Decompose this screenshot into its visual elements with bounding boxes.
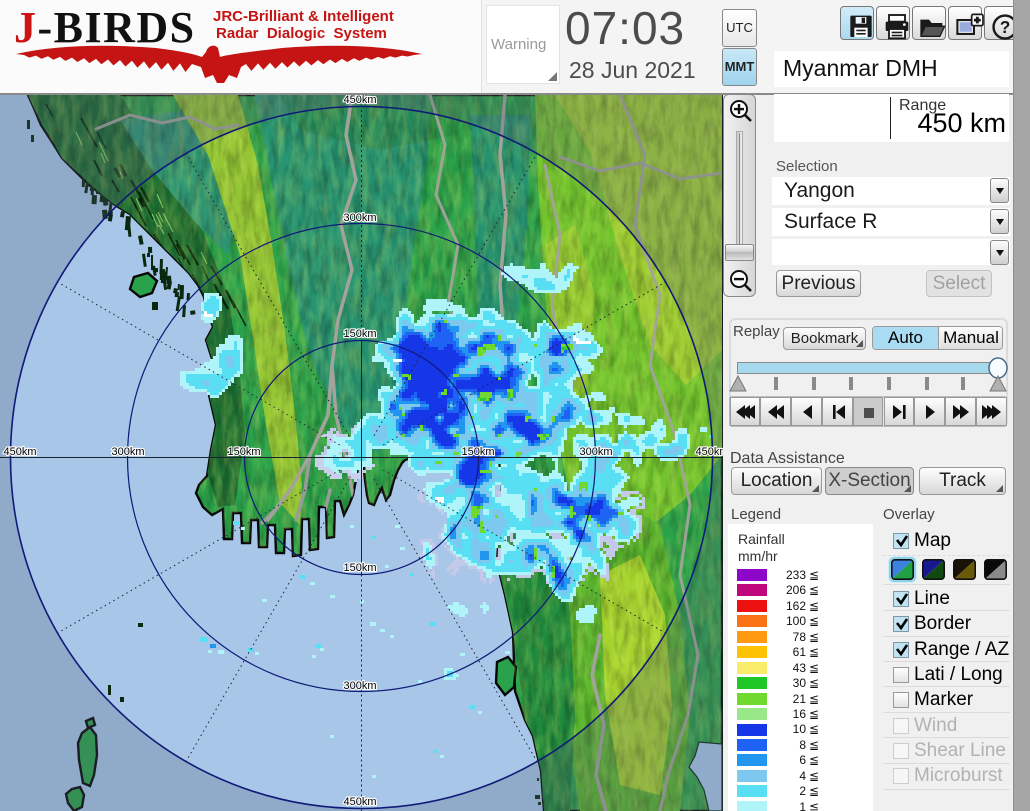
svg-text:150km: 150km: [227, 446, 260, 458]
svg-text:300km: 300km: [343, 212, 376, 224]
svg-text:450km: 450km: [343, 796, 376, 808]
svg-text:300km: 300km: [579, 446, 612, 458]
svg-text:150km: 150km: [461, 446, 494, 458]
svg-text:150km: 150km: [343, 562, 376, 574]
svg-text:?: ?: [1000, 17, 1011, 37]
svg-text:450km: 450km: [695, 446, 723, 458]
svg-text:450km: 450km: [3, 446, 36, 458]
svg-text:150km: 150km: [343, 328, 376, 340]
svg-text:300km: 300km: [343, 680, 376, 692]
svg-text:450km: 450km: [343, 95, 376, 106]
svg-text:300km: 300km: [111, 446, 144, 458]
